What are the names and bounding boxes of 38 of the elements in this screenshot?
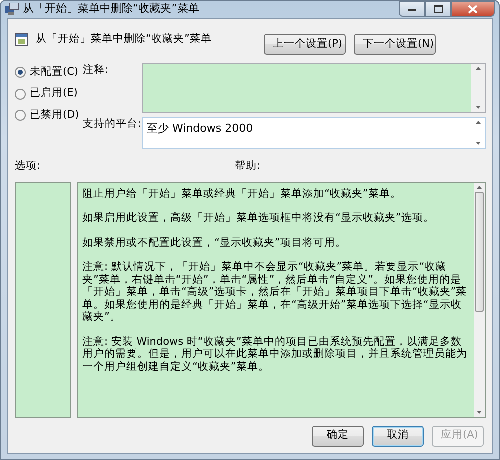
minimize-icon	[408, 8, 416, 10]
maximize-icon	[434, 5, 442, 13]
cancel-button[interactable]: 取消	[372, 426, 424, 446]
comment-field[interactable]	[142, 62, 486, 112]
help-paragraph: 如果禁用或不配置此设置，“显示收藏夹”项目将可用。	[82, 236, 348, 249]
platform-label: 支持的平台:	[83, 116, 142, 132]
close-icon	[468, 4, 478, 14]
scroll-down-icon[interactable]	[476, 106, 480, 108]
platform-value: 至少 Windows 2000	[146, 120, 254, 136]
help-label: 帮助:	[235, 158, 261, 174]
policy-icon	[15, 33, 28, 46]
scroll-down-icon[interactable]	[477, 410, 482, 414]
radio-button[interactable]	[15, 110, 26, 122]
radio-button[interactable]	[15, 88, 26, 100]
next-setting-button[interactable]: 下一个设置(N)	[354, 34, 436, 55]
scrollbar-thumb[interactable]	[475, 192, 484, 312]
radio-label[interactable]: 已禁用(D)	[30, 108, 80, 124]
options-label: 选项:	[15, 158, 42, 174]
help-paragraph: 注意: 安装 Windows 时“收藏夹”菜单中的项目已由系统预先配置，以满足多数用户的需要。但是，用户可以在此菜单中添加或删除项目，并且系统管理员能为一个用户组创建自定义“收藏夹”菜单。	[82, 336, 468, 373]
scroll-down-icon[interactable]	[476, 142, 480, 144]
minimize-button[interactable]	[399, 1, 425, 17]
help-paragraph: 如果启用此设置，高级「开始」菜单选项框中将没有“显示收藏夹”选项。	[82, 212, 436, 224]
scroll-up-icon[interactable]	[476, 120, 480, 124]
previous-setting-button[interactable]: 上一个设置(P)	[264, 34, 346, 55]
window-title: 从「开始」菜单中删除“收藏夹”菜单	[23, 1, 200, 17]
close-button[interactable]	[451, 1, 495, 17]
comment-label: 注释:	[83, 62, 110, 78]
radio-label[interactable]: 未配置(C)	[30, 64, 79, 80]
app-icon	[5, 3, 19, 16]
help-paragraph: 阻止用户给「开始」菜单或经典「开始」菜单添加“收藏夹”菜单。	[82, 188, 402, 200]
maximize-button[interactable]	[425, 1, 451, 17]
scroll-up-icon[interactable]	[477, 186, 482, 188]
ok-button[interactable]: 确定	[312, 426, 364, 446]
policy-title: 从「开始」菜单中删除“收藏夹”菜单	[36, 32, 212, 47]
radio-button[interactable]	[15, 66, 26, 78]
help-paragraph: 注意: 默认情况下，「开始」菜单中不会显示“收藏夹”菜单。若要显示“收藏夹”菜单，右键单击“开始”，单击“属性”，然后单击“自定义”。如果您使用的是「开始」菜单，单击“高级”选项卡，然后在「开始」菜单项目下单击“收藏夹”菜单。如果您使用的是经典「开始」菜单，在“高级开始”菜单选项下选择“显示收藏夹”。	[82, 261, 468, 324]
radio-label[interactable]: 已启用(E)	[30, 86, 78, 102]
scroll-up-icon[interactable]	[476, 66, 480, 70]
